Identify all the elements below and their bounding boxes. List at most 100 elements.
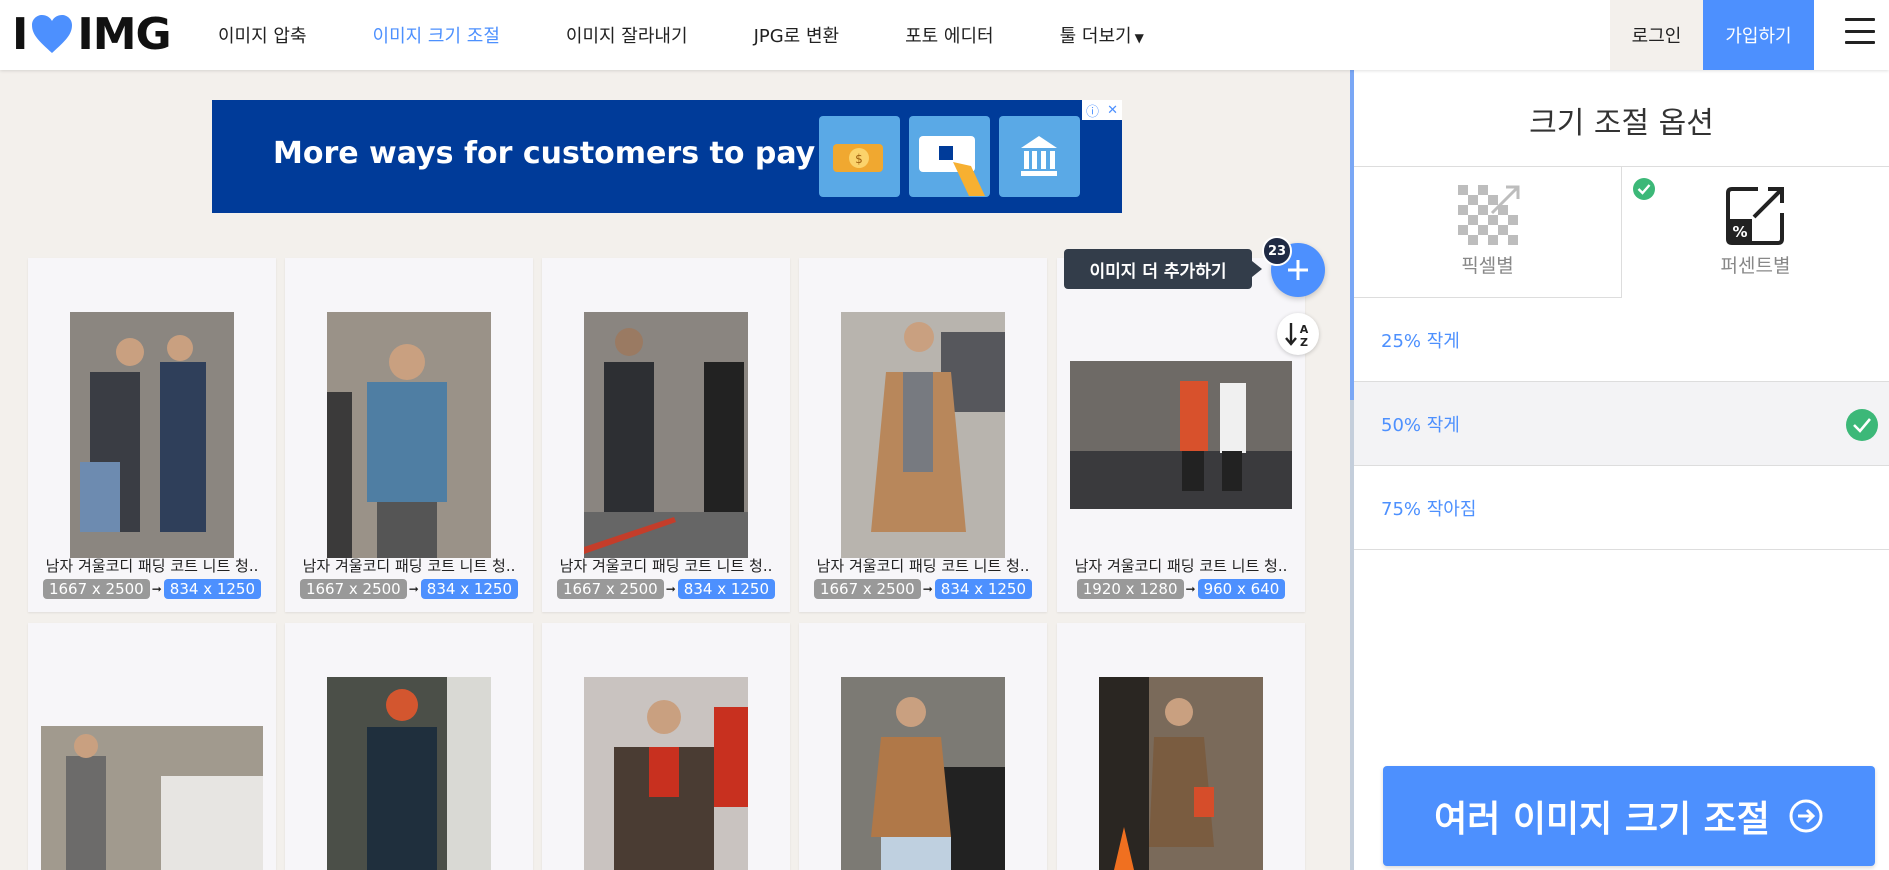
image-thumbnail <box>70 312 234 558</box>
new-size: 834 x 1250 <box>934 579 1033 599</box>
image-filename: 남자 겨울코디 패딩 코트 니트 청.. <box>816 557 1030 575</box>
svg-text:%: % <box>1732 223 1747 241</box>
mode-pixel-label: 픽셀별 <box>1461 255 1514 277</box>
option-50-percent[interactable]: 50% 작게 <box>1354 382 1889 466</box>
option-label: 50% 작게 <box>1381 414 1460 436</box>
percent-resize-icon: % <box>1726 187 1784 245</box>
add-more-tooltip: 이미지 더 추가하기 <box>1064 249 1262 289</box>
original-size: 1920 x 1280 <box>1076 579 1184 599</box>
nav-photo-editor[interactable]: 포토 에디터 <box>905 22 994 48</box>
bank-icon <box>999 116 1080 197</box>
new-size: 834 x 1250 <box>163 579 262 599</box>
menu-icon[interactable] <box>1845 18 1875 44</box>
image-thumbnail <box>327 312 491 558</box>
nav-label: 이미지 크기 조절 <box>372 26 500 47</box>
image-card[interactable] <box>1057 623 1305 870</box>
svg-text:Z: Z <box>1300 336 1308 348</box>
image-filename: 남자 겨울코디 패딩 코트 니트 청.. <box>302 557 516 575</box>
option-label: 75% 작아짐 <box>1381 498 1477 520</box>
pixel-resize-icon <box>1458 185 1520 245</box>
resize-images-button[interactable]: 여러 이미지 크기 조절 <box>1383 766 1875 866</box>
nav-compress-image[interactable]: 이미지 압축 <box>218 22 307 48</box>
image-card[interactable]: 남자 겨울코디 패딩 코트 니트 청.. 1667 x 2500 ➞ 834 x 1… <box>542 258 790 612</box>
top-header: I IMG 이미지 압축 이미지 크기 조절 이미지 잘라내기 JPG로 변환 … <box>0 0 1889 70</box>
nav-label: 포토 에디터 <box>905 26 994 47</box>
image-thumbnail <box>1099 677 1263 870</box>
logo[interactable]: I IMG <box>12 8 172 60</box>
image-card[interactable] <box>542 623 790 870</box>
image-thumbnail <box>841 312 1005 558</box>
image-thumbnail <box>584 677 748 870</box>
arrow-right-icon: ➞ <box>408 582 419 596</box>
sort-button[interactable]: A Z <box>1277 313 1319 355</box>
main-nav: 이미지 압축 이미지 크기 조절 이미지 잘라내기 JPG로 변환 포토 에디터… <box>218 0 1210 70</box>
new-size: 834 x 1250 <box>677 579 776 599</box>
arrow-right-icon: ➞ <box>665 582 676 596</box>
nav-crop-image[interactable]: 이미지 잘라내기 <box>566 22 688 48</box>
image-filename: 남자 겨울코디 패딩 코트 니트 청.. <box>45 557 259 575</box>
arrow-right-icon: ➞ <box>1185 582 1196 596</box>
logo-letter-i: I <box>12 8 28 60</box>
nav-label: 이미지 압축 <box>218 26 307 47</box>
image-count-badge: 23 <box>1262 236 1292 266</box>
original-size: 1667 x 2500 <box>556 579 664 599</box>
image-card[interactable] <box>285 623 533 870</box>
image-dimensions: 1920 x 1280 ➞ 960 x 640 <box>1057 579 1305 599</box>
image-card[interactable]: 남자 겨울코디 패딩 코트 니트 청.. 1667 x 2500 ➞ 834 x 1… <box>285 258 533 612</box>
check-circle-icon <box>1633 178 1655 200</box>
svg-text:A: A <box>1300 323 1309 336</box>
image-dimensions: 1667 x 2500 ➞ 834 x 1250 <box>28 579 276 599</box>
caret-down-icon: ▼ <box>1134 31 1144 45</box>
nav-more-tools[interactable]: 툴 더보기 ▼ <box>1060 22 1144 48</box>
arrow-circle-right-icon <box>1789 799 1823 833</box>
ad-banner[interactable]: More ways for customers to pay $ ⓘ ✕ <box>212 100 1122 213</box>
image-dimensions: 1667 x 2500 ➞ 834 x 1250 <box>799 579 1047 599</box>
image-thumbnail <box>327 677 491 870</box>
image-card[interactable] <box>799 623 1047 870</box>
new-size: 834 x 1250 <box>420 579 519 599</box>
ad-close-icon[interactable]: ⓘ ✕ <box>1082 100 1122 120</box>
original-size: 1667 x 2500 <box>42 579 150 599</box>
cta-label: 여러 이미지 크기 조절 <box>1434 799 1770 840</box>
image-dimensions: 1667 x 2500 ➞ 834 x 1250 <box>285 579 533 599</box>
panel-title: 크기 조절 옵션 <box>1529 106 1714 141</box>
resize-options-panel: 크기 조절 옵션 픽셀별 % 퍼센트별 25% 작게 50% 작게 75% 작아… <box>1350 70 1889 870</box>
nav-resize-image[interactable]: 이미지 크기 조절 <box>373 22 500 48</box>
image-thumbnail <box>1070 361 1292 509</box>
image-card[interactable] <box>28 623 276 870</box>
nav-convert-jpg[interactable]: JPG로 변환 <box>754 22 840 48</box>
image-card[interactable]: 남자 겨울코디 패딩 코트 니트 청.. 1667 x 2500 ➞ 834 x 1… <box>28 258 276 612</box>
panel-scroll-indicator <box>1350 70 1354 400</box>
coins-icon: $ <box>819 116 900 197</box>
svg-text:$: $ <box>855 152 863 166</box>
image-card[interactable]: 남자 겨울코디 패딩 코트 니트 청.. 1920 x 1280 ➞ 960 x 6… <box>1057 258 1305 612</box>
nav-label: JPG로 변환 <box>753 26 840 47</box>
card-tap-icon <box>909 116 990 197</box>
option-label: 25% 작게 <box>1381 330 1460 352</box>
original-size: 1667 x 2500 <box>813 579 921 599</box>
image-thumbnail <box>841 677 1005 870</box>
image-thumbnail <box>584 312 748 558</box>
plus-icon <box>1288 260 1308 280</box>
logo-letters-img: IMG <box>77 8 171 60</box>
nav-label: 이미지 잘라내기 <box>565 26 688 47</box>
option-75-percent[interactable]: 75% 작아짐 <box>1354 466 1889 550</box>
login-button[interactable]: 로그인 <box>1610 0 1703 70</box>
mode-percent-label: 퍼센트별 <box>1720 255 1791 277</box>
arrow-right-icon: ➞ <box>922 582 933 596</box>
image-thumbnail <box>41 726 263 870</box>
ad-text: More ways for customers to pay <box>273 136 816 171</box>
sort-az-icon: A Z <box>1285 323 1309 348</box>
new-size: 960 x 640 <box>1197 579 1286 599</box>
signup-button[interactable]: 가입하기 <box>1703 0 1814 70</box>
image-filename: 남자 겨울코디 패딩 코트 니트 청.. <box>559 557 773 575</box>
mode-by-pixel[interactable]: 픽셀별 <box>1354 166 1622 298</box>
original-size: 1667 x 2500 <box>299 579 407 599</box>
image-card[interactable]: 남자 겨울코디 패딩 코트 니트 청.. 1667 x 2500 ➞ 834 x 1… <box>799 258 1047 612</box>
arrow-right-icon: ➞ <box>151 582 162 596</box>
check-circle-icon <box>1846 409 1878 441</box>
mode-by-percent[interactable]: % 퍼센트별 <box>1622 166 1889 298</box>
image-dimensions: 1667 x 2500 ➞ 834 x 1250 <box>542 579 790 599</box>
option-25-percent[interactable]: 25% 작게 <box>1354 298 1889 382</box>
nav-label: 툴 더보기 <box>1059 26 1132 47</box>
